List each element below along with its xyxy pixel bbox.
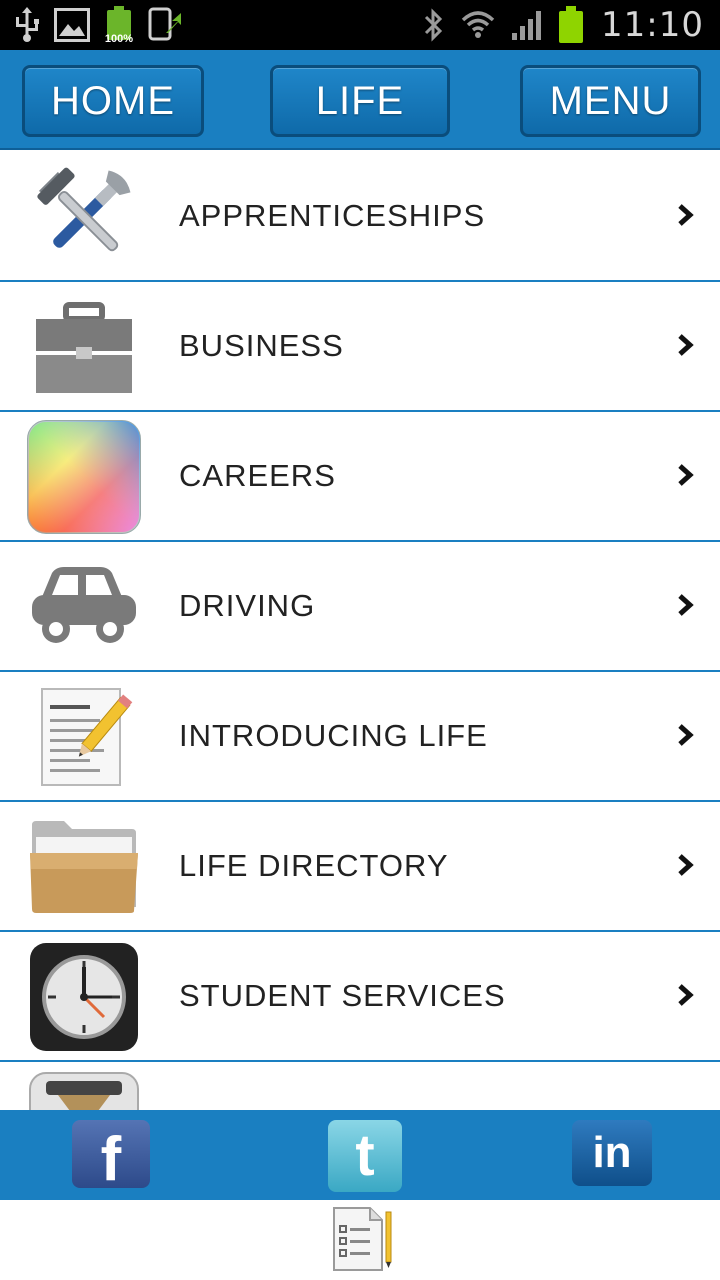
list-item-label: LIFE DIRECTORY	[179, 848, 449, 883]
header-nav: HOME LIFE MENU	[0, 50, 720, 150]
list-item-careers[interactable]: CAREERS	[0, 412, 720, 542]
chevron-right-icon	[678, 464, 694, 486]
facebook-icon: f	[100, 1125, 122, 1194]
bluetooth-icon	[423, 8, 445, 42]
clock-icon	[26, 942, 142, 1052]
list-item-apprenticeships[interactable]: APPRENTICESHIPS	[0, 152, 720, 282]
tools-icon	[26, 162, 142, 272]
list-item-business[interactable]: BUSINESS	[0, 282, 720, 412]
battery-percent: 100%	[104, 33, 134, 45]
bottom-bar	[0, 1200, 720, 1280]
list-item-introducing-life[interactable]: INTRODUCING LIFE	[0, 672, 720, 802]
image-icon	[54, 8, 90, 42]
usb-icon	[14, 7, 40, 43]
list-item-label: INTRODUCING LIFE	[179, 718, 488, 753]
list-item-label: STUDENT SERVICES	[179, 978, 506, 1013]
clock: 11:10	[601, 5, 704, 45]
chevron-right-icon	[678, 984, 694, 1006]
chevron-right-icon	[678, 204, 694, 226]
list-item-driving[interactable]: DRIVING	[0, 542, 720, 672]
list-item-label: BUSINESS	[179, 328, 344, 363]
signal-icon	[511, 9, 543, 41]
list-item-life-directory[interactable]: LIFE DIRECTORY	[0, 802, 720, 932]
home-button[interactable]: HOME	[22, 65, 204, 137]
document-pencil-icon	[26, 682, 142, 792]
list-item-label: DRIVING	[179, 588, 316, 623]
hourglass-icon	[26, 1072, 142, 1110]
folder-icon	[26, 812, 142, 922]
menu-button[interactable]: MENU	[520, 65, 701, 137]
phone-upload-icon	[148, 7, 184, 43]
life-button[interactable]: LIFE	[270, 65, 450, 137]
battery-full-icon: 100%	[104, 6, 134, 45]
battery-icon	[559, 6, 585, 44]
category-list: APPRENTICESHIPS BUSINESS CAREERS DRIVING…	[0, 152, 720, 1110]
list-item-label: CAREERS	[179, 458, 336, 493]
chevron-right-icon	[678, 724, 694, 746]
checklist-icon[interactable]	[330, 1206, 394, 1272]
linkedin-button[interactable]: in	[572, 1120, 652, 1186]
list-item-label: APPRENTICESHIPS	[179, 198, 486, 233]
chevron-right-icon	[678, 334, 694, 356]
list-item-partial[interactable]	[0, 1062, 720, 1110]
list-item-student-services[interactable]: STUDENT SERVICES	[0, 932, 720, 1062]
linkedin-icon: in	[592, 1128, 632, 1177]
briefcase-icon	[26, 292, 142, 402]
twitter-icon: t	[355, 1123, 375, 1188]
social-bar: f t in	[0, 1110, 720, 1200]
facebook-button[interactable]: f	[72, 1120, 150, 1194]
wifi-icon	[461, 8, 495, 42]
color-wheel-icon	[26, 420, 142, 534]
twitter-button[interactable]: t	[328, 1120, 402, 1192]
status-bar: 100% 11:10	[0, 0, 720, 50]
car-icon	[26, 552, 142, 662]
chevron-right-icon	[678, 594, 694, 616]
chevron-right-icon	[678, 854, 694, 876]
